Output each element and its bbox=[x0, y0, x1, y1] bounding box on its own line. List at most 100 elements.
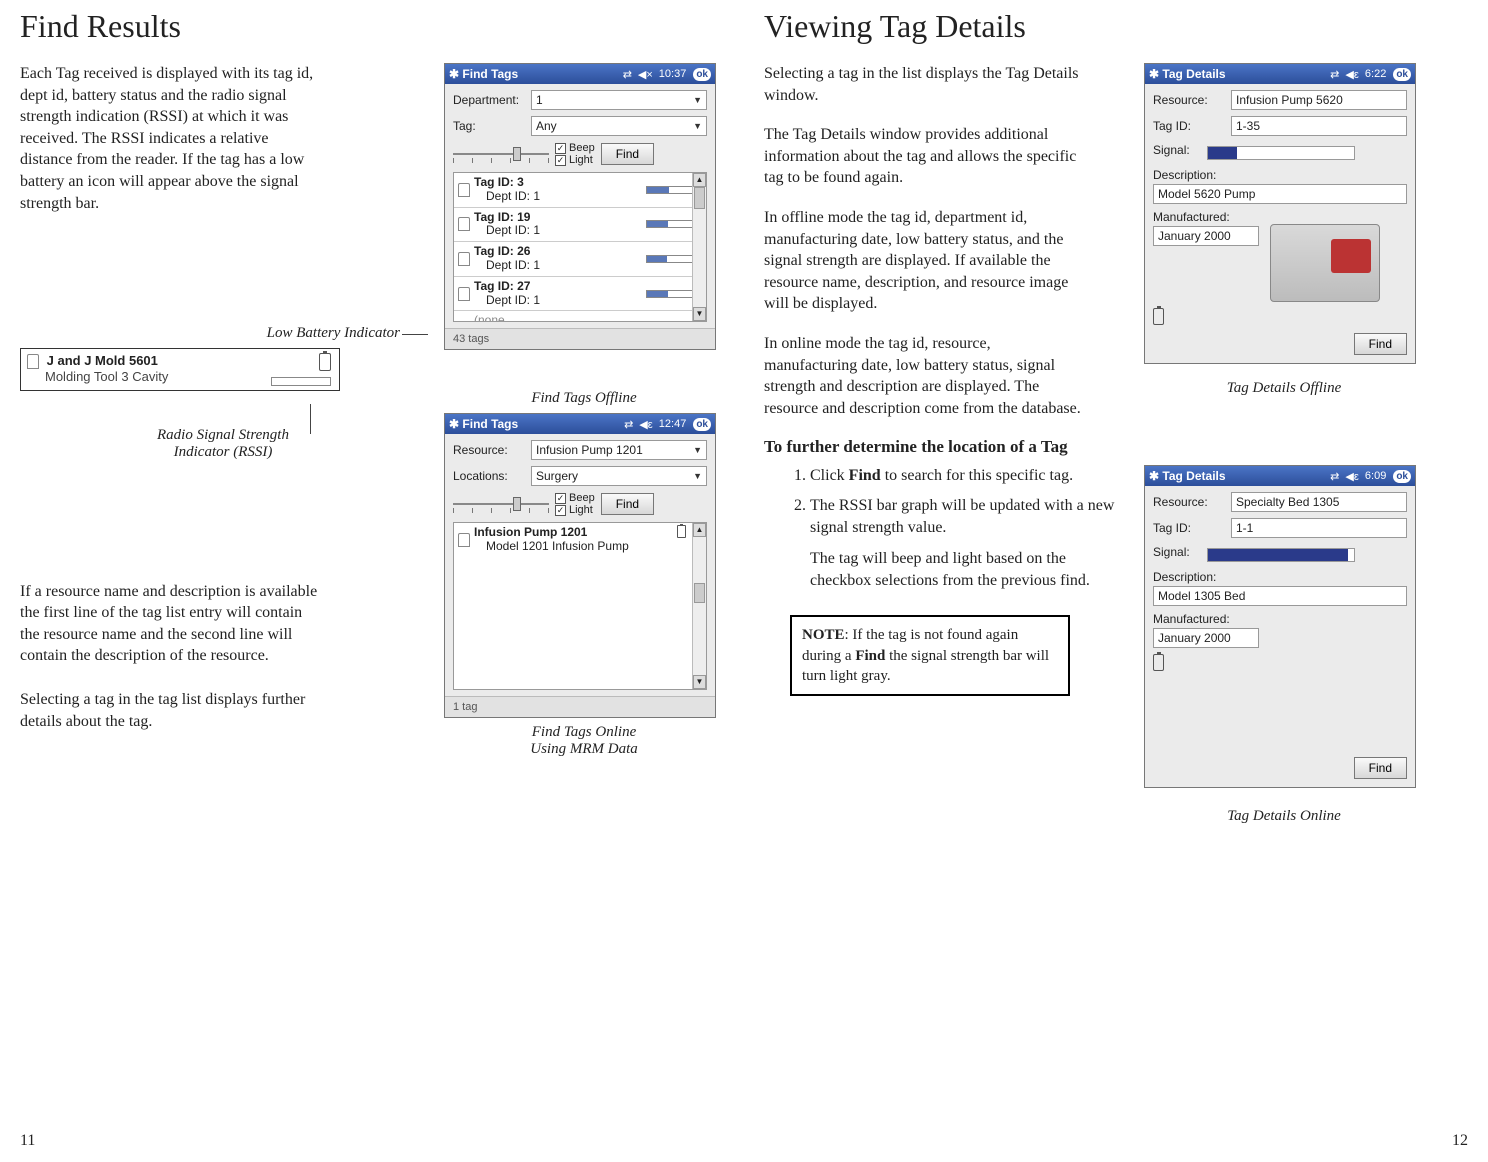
description-field[interactable]: Model 5620 Pump bbox=[1153, 184, 1407, 204]
low-battery-icon bbox=[1153, 654, 1164, 671]
locations-dropdown[interactable]: Surgery▼ bbox=[531, 466, 707, 486]
list-item[interactable]: Infusion Pump 1201Model 1201 Infusion Pu… bbox=[454, 523, 706, 557]
tag-list-entry-sample: J and J Mold 5601 Molding Tool 3 Cavity bbox=[20, 348, 340, 391]
scroll-down-icon[interactable]: ▼ bbox=[693, 675, 706, 689]
signal-label: Signal: bbox=[1153, 143, 1190, 157]
sample-desc: Molding Tool 3 Cavity bbox=[27, 369, 168, 384]
resource-dropdown[interactable]: Infusion Pump 1201▼ bbox=[531, 440, 707, 460]
find-button[interactable]: Find bbox=[601, 493, 654, 515]
find-button[interactable]: Find bbox=[601, 143, 654, 165]
department-label: Department: bbox=[453, 93, 531, 107]
window-icon: ✱ bbox=[1149, 469, 1159, 483]
chevron-down-icon: ▼ bbox=[693, 121, 702, 131]
chevron-down-icon: ▼ bbox=[693, 471, 702, 481]
pda-find-tags-offline: ✱ Find Tags ⇄ ◀× 10:37 ok Department: 1▼ bbox=[444, 63, 716, 350]
caption-find-tags-online-2: Using MRM Data bbox=[444, 741, 724, 758]
list-item[interactable]: Tag ID: 26Dept ID: 1 bbox=[454, 242, 706, 277]
tag-id-field[interactable]: 1-1 bbox=[1231, 518, 1407, 538]
list-item[interactable]: (none(none) bbox=[454, 311, 706, 322]
tag-id-label: Tag ID: bbox=[1153, 119, 1231, 133]
light-checkbox[interactable]: ✓Light bbox=[555, 154, 595, 166]
scroll-thumb[interactable] bbox=[694, 187, 705, 209]
annotation-rssi-2: Indicator (RSSI) bbox=[20, 444, 426, 461]
tag-details-p4: In online mode the tag id, resource, man… bbox=[764, 333, 1084, 419]
window-title: Find Tags bbox=[462, 417, 518, 431]
speaker-muted-icon: ◀× bbox=[638, 68, 653, 81]
signal-bar bbox=[1207, 146, 1355, 160]
tag-label: Tag: bbox=[453, 119, 531, 133]
list-item[interactable]: Tag ID: 19Dept ID: 1 bbox=[454, 208, 706, 243]
ok-button[interactable]: ok bbox=[693, 68, 711, 81]
caption-tag-details-offline: Tag Details Offline bbox=[1144, 380, 1424, 397]
caption-find-tags-online-1: Find Tags Online bbox=[444, 724, 724, 741]
tag-icon bbox=[458, 217, 470, 231]
note-box: NOTE: If the tag is not found again duri… bbox=[790, 615, 1070, 696]
resource-label: Resource: bbox=[1153, 495, 1231, 509]
resource-field[interactable]: Specialty Bed 1305 bbox=[1231, 492, 1407, 512]
tag-dropdown[interactable]: Any▼ bbox=[531, 116, 707, 136]
description-field[interactable]: Model 1305 Bed bbox=[1153, 586, 1407, 606]
range-slider[interactable] bbox=[453, 495, 549, 513]
page-title-right: Viewing Tag Details bbox=[764, 8, 1468, 45]
subheading: To further determine the location of a T… bbox=[764, 437, 1468, 457]
manufactured-field[interactable]: January 2000 bbox=[1153, 628, 1259, 648]
tag-result-list[interactable]: Infusion Pump 1201Model 1201 Infusion Pu… bbox=[453, 522, 707, 690]
signal-label: Signal: bbox=[1153, 545, 1190, 559]
tag-icon bbox=[458, 287, 470, 301]
scrollbar[interactable]: ▲ ▼ bbox=[692, 523, 706, 689]
rssi-bar bbox=[271, 377, 331, 386]
ok-button[interactable]: ok bbox=[1393, 470, 1411, 483]
manufactured-label: Manufactured: bbox=[1153, 210, 1230, 224]
scroll-thumb[interactable] bbox=[694, 583, 705, 603]
chevron-down-icon: ▼ bbox=[693, 445, 702, 455]
clock: 6:09 bbox=[1365, 470, 1386, 482]
low-battery-icon bbox=[1153, 308, 1164, 325]
scroll-up-icon[interactable]: ▲ bbox=[693, 523, 706, 537]
window-title: Tag Details bbox=[1162, 67, 1225, 81]
window-icon: ✱ bbox=[449, 417, 459, 431]
range-slider[interactable] bbox=[453, 145, 549, 163]
scroll-up-icon[interactable]: ▲ bbox=[693, 173, 706, 187]
low-battery-icon bbox=[319, 353, 331, 371]
network-icon: ⇄ bbox=[1330, 68, 1339, 81]
ok-button[interactable]: ok bbox=[1393, 68, 1411, 81]
list-item[interactable]: Tag ID: 27Dept ID: 1 bbox=[454, 277, 706, 312]
window-icon: ✱ bbox=[449, 67, 459, 81]
beep-checkbox[interactable]: ✓Beep bbox=[555, 142, 595, 154]
scroll-down-icon[interactable]: ▼ bbox=[693, 307, 706, 321]
clock: 6:22 bbox=[1365, 68, 1386, 80]
manufactured-field[interactable]: January 2000 bbox=[1153, 226, 1259, 246]
scrollbar[interactable]: ▲ ▼ bbox=[692, 173, 706, 321]
low-battery-icon bbox=[677, 525, 686, 538]
find-button[interactable]: Find bbox=[1354, 757, 1407, 779]
tag-details-p2: The Tag Details window provides addition… bbox=[764, 124, 1084, 189]
window-title: Tag Details bbox=[1162, 469, 1225, 483]
page-number-right: 12 bbox=[1452, 1132, 1468, 1150]
description-label: Description: bbox=[1153, 168, 1216, 182]
tag-result-list[interactable]: Tag ID: 3Dept ID: 1 Tag ID: 19Dept ID: 1 bbox=[453, 172, 707, 322]
caption-tag-details-online: Tag Details Online bbox=[1144, 808, 1424, 825]
manufactured-label: Manufactured: bbox=[1153, 612, 1230, 626]
step-1: Click Find to search for this specific t… bbox=[810, 465, 1124, 487]
page-title-left: Find Results bbox=[20, 8, 724, 45]
tag-icon bbox=[458, 533, 470, 547]
sample-name: J and J Mold 5601 bbox=[47, 353, 158, 368]
clock: 10:37 bbox=[659, 68, 687, 80]
light-checkbox[interactable]: ✓Light bbox=[555, 504, 595, 516]
beep-checkbox[interactable]: ✓Beep bbox=[555, 492, 595, 504]
tag-icon bbox=[27, 354, 39, 369]
locations-label: Locations: bbox=[453, 469, 531, 483]
resource-field[interactable]: Infusion Pump 5620 bbox=[1231, 90, 1407, 110]
department-dropdown[interactable]: 1▼ bbox=[531, 90, 707, 110]
speaker-icon: ◀ԑ bbox=[1345, 68, 1359, 81]
resource-label: Resource: bbox=[1153, 93, 1231, 107]
annotation-low-battery: Low Battery Indicator bbox=[267, 325, 400, 341]
ok-button[interactable]: ok bbox=[693, 418, 711, 431]
speaker-icon: ◀ԑ bbox=[639, 418, 653, 431]
network-icon: ⇄ bbox=[624, 418, 633, 431]
find-button[interactable]: Find bbox=[1354, 333, 1407, 355]
tag-id-field[interactable]: 1-35 bbox=[1231, 116, 1407, 136]
list-item[interactable]: Tag ID: 3Dept ID: 1 bbox=[454, 173, 706, 208]
status-bar: 1 tag bbox=[445, 696, 715, 717]
signal-bar bbox=[1207, 548, 1355, 562]
